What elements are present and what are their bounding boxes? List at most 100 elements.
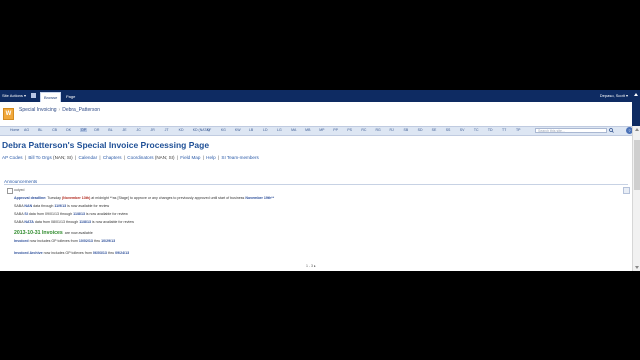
announcement-text-fragment: is now available for review — [66, 204, 110, 208]
announcement-text-fragment: NATA — [24, 220, 34, 224]
top-nav-item[interactable]: KD — [179, 128, 184, 132]
invoices-heading-text: 2013-10-31 Invoices — [14, 230, 63, 236]
search-icon[interactable] — [609, 128, 614, 133]
announcement-line: SABA NATA data from 08/01/13 through 11/… — [14, 220, 134, 224]
top-nav-item[interactable]: AG — [24, 128, 29, 132]
quick-link[interactable]: Help — [206, 155, 215, 160]
page-scrollbar[interactable] — [632, 126, 640, 271]
announcement-text-fragment: is now available for review — [91, 220, 134, 224]
top-nav-item[interactable]: JC — [137, 128, 141, 132]
quick-link-suffix: (NAN; SI) — [153, 155, 175, 160]
top-nav-item[interactable]: RC — [361, 128, 366, 132]
breadcrumb: Special Invoicing › Debra_Patterson — [19, 107, 100, 113]
title-area: W Special Invoicing › Debra_Patterson — [0, 102, 640, 126]
announcement-text-fragment: 06/03/13 — [92, 251, 107, 255]
top-nav-item[interactable]: SD — [418, 128, 423, 132]
top-nav-item[interactable]: RG — [375, 128, 380, 132]
top-nav-item[interactable]: KG — [221, 128, 226, 132]
scroll-up-arrow-icon[interactable] — [635, 128, 639, 131]
breadcrumb-current: Debra_Patterson — [62, 107, 101, 113]
site-logo[interactable]: W — [3, 108, 14, 120]
top-nav-item[interactable]: TD — [488, 128, 493, 132]
invoices-heading-suffix: are now available — [64, 231, 93, 235]
top-nav-item[interactable]: DP — [80, 128, 88, 132]
top-nav-item[interactable]: PS — [347, 128, 352, 132]
top-nav-item[interactable]: TT — [502, 128, 506, 132]
announcement-line: SABA NAN data through 11/9/13 is now ava… — [14, 204, 109, 208]
announcement-text-fragment: is now available for review — [84, 212, 128, 216]
top-nav-item[interactable]: LD — [263, 128, 267, 132]
scroll-down-arrow-icon[interactable] — [635, 266, 639, 269]
announcement-text-fragment: data from 08/01/13 through — [33, 220, 80, 224]
user-menu[interactable]: Depaso, Scott ▾ — [600, 93, 628, 98]
top-link-bar: Search this site... ? Home AG BL CB DK DP DR BL… — [0, 126, 633, 136]
quick-link-separator: | — [201, 155, 206, 160]
quick-link[interactable]: AP Codes — [2, 155, 23, 160]
top-nav-item[interactable]: BL — [38, 128, 42, 132]
top-nav-item[interactable]: RJ — [390, 128, 394, 132]
top-nav-item[interactable]: KW — [235, 128, 241, 132]
announcement-text-fragment: 11/8/13 — [79, 220, 91, 224]
sharepoint-window: Site Actions ▾ Browse Page Depaso, Scott… — [0, 90, 640, 271]
top-nav-item[interactable]: LB — [249, 128, 253, 132]
top-nav-item[interactable]: BL — [108, 128, 112, 132]
top-nav-item[interactable]: DR — [94, 128, 99, 132]
quick-link-suffix: (NAN; SI) — [51, 155, 73, 160]
announcement-text-fragment: Invoiced — [14, 239, 29, 243]
navigate-up-icon[interactable] — [31, 93, 36, 98]
select-checkbox[interactable] — [7, 188, 13, 194]
top-nav-item[interactable]: SS — [446, 128, 451, 132]
top-nav-item[interactable]: LG — [277, 128, 282, 132]
top-nav-item[interactable]: JR — [151, 128, 155, 132]
breadcrumb-separator: › — [58, 107, 61, 113]
expand-icon[interactable] — [623, 187, 630, 194]
announcement-author[interactable]: outyed — [14, 188, 25, 192]
quick-link[interactable]: Chapters — [103, 155, 122, 160]
announcement-text-fragment: SABA — [14, 204, 25, 208]
top-nav-item[interactable]: PP — [333, 128, 338, 132]
quick-link-separator: | — [175, 155, 180, 160]
announcement-text-fragment: 10/29/13 — [101, 239, 116, 243]
announcement-text-fragment: data from 09/01/13 through — [27, 212, 74, 216]
tab-page[interactable]: Page — [63, 92, 78, 102]
top-nav-item[interactable]: TP — [516, 128, 520, 132]
quick-link[interactable]: Bill To Orgs — [28, 155, 51, 160]
top-nav-item[interactable]: JT — [165, 128, 169, 132]
quick-link[interactable]: SI Team-members — [221, 155, 258, 160]
top-nav-item[interactable]: MB — [305, 128, 310, 132]
announcement-text-fragment: 09/24/13 — [115, 251, 130, 255]
quick-link[interactable]: Coordinators — [127, 155, 153, 160]
quick-link[interactable]: Calendar — [78, 155, 97, 160]
top-nav-item[interactable]: SV — [460, 128, 465, 132]
top-nav-item[interactable]: MA — [291, 128, 296, 132]
pager[interactable]: 1 - 3 ▸ — [306, 264, 316, 268]
scrollbar-thumb[interactable] — [634, 140, 640, 190]
search-input[interactable]: Search this site... — [535, 128, 607, 133]
top-nav-item[interactable]: Home — [10, 128, 19, 132]
announcement-text-fragment: 10/02/13 — [78, 239, 93, 243]
quick-link-separator: | — [216, 155, 221, 160]
quick-link[interactable]: Field Map — [180, 155, 200, 160]
announcement-line: Approval deadline: Tuesday (November 13t… — [14, 196, 274, 200]
announcement-text-fragment: now includes GP tollexes from — [28, 239, 79, 243]
announcement-text-fragment: 11/9/13 — [54, 204, 67, 208]
quick-links-bar: AP Codes | Bill To Orgs (NAN; SI) | Cale… — [2, 155, 259, 160]
tab-browse[interactable]: Browse — [40, 92, 62, 102]
top-nav-item[interactable]: MP — [319, 128, 324, 132]
announcement-text-fragment: now includes GP tollexes from — [42, 251, 93, 255]
announcement-text-fragment: data through — [32, 204, 55, 208]
top-nav-item[interactable]: JE — [122, 128, 126, 132]
top-nav-item[interactable]: CB — [52, 128, 57, 132]
site-actions-menu[interactable]: Site Actions ▾ — [2, 93, 26, 98]
quick-link-separator: | — [73, 155, 78, 160]
breadcrumb-parent-link[interactable]: Special Invoicing — [19, 107, 57, 113]
announcement-line: SABA SI data from 09/01/13 through 11/8/… — [14, 212, 128, 216]
scroll-up-icon[interactable] — [634, 93, 638, 96]
top-nav-item[interactable]: KF — [207, 128, 211, 132]
invoiced-archive-line: Invoiced Archive now includes GP tollexe… — [14, 251, 129, 255]
top-nav-item[interactable]: DK — [66, 128, 71, 132]
top-nav-item[interactable]: TC — [474, 128, 479, 132]
announcement-text-fragment: SABA — [14, 220, 25, 224]
top-nav-item[interactable]: SB — [404, 128, 409, 132]
top-nav-item[interactable]: SE — [432, 128, 437, 132]
